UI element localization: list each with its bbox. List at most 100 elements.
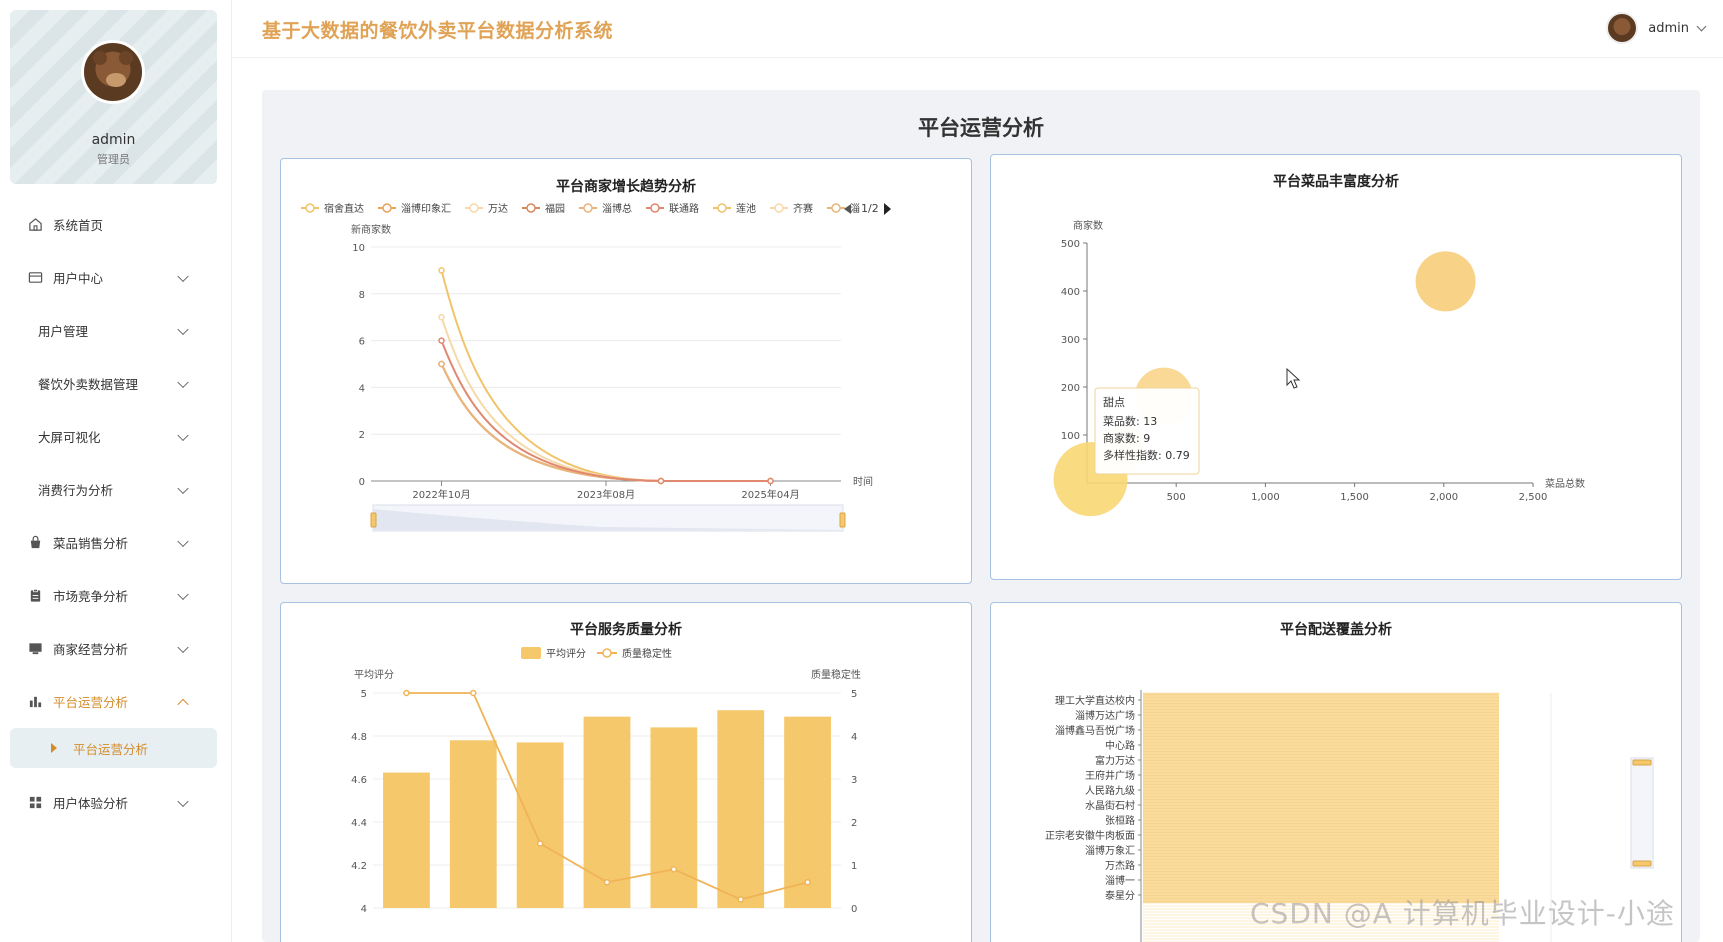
sidebar-item-delivery-data[interactable]: 餐饮外卖数据管理	[10, 357, 217, 410]
chevron-down-icon	[177, 323, 189, 335]
chevron-down-icon	[177, 429, 189, 441]
sidebar-item-market-competition[interactable]: 市场竞争分析	[10, 569, 217, 622]
legend-label: 联通路	[669, 202, 699, 215]
monitor-icon	[27, 641, 43, 657]
bar	[1143, 798, 1499, 813]
sidebar-subitem-platform-operation[interactable]: 平台运营分析	[10, 728, 217, 768]
tooltip: 甜点菜品数: 13 商家数: 9 多样性指数: 0.79	[1094, 387, 1200, 475]
avatar[interactable]	[1606, 12, 1639, 44]
y-tick-label: 张桓路	[1105, 814, 1135, 827]
data-point	[536, 840, 544, 847]
sidebar-item-home[interactable]: 系统首页	[10, 198, 217, 251]
bar	[1143, 783, 1499, 798]
y-tick-label: 400	[1061, 287, 1080, 298]
data-point	[470, 689, 477, 697]
y2-tick-label: 1	[851, 861, 857, 872]
page-title: 平台运营分析	[918, 116, 1044, 140]
user-menu[interactable]: admin	[1606, 12, 1707, 44]
profile-role: 管理员	[97, 153, 130, 166]
sidebar-item-consumer-behavior[interactable]: 消费行为分析	[10, 463, 217, 516]
legend-item: 淄	[827, 203, 860, 215]
data-point	[403, 689, 410, 697]
data-point	[804, 878, 811, 886]
wallet-icon	[27, 270, 43, 286]
sidebar-item-label: 菜品销售分析	[53, 536, 129, 551]
sidebar-item-user-center[interactable]: 用户中心	[10, 251, 217, 304]
app-title: 基于大数据的餐饮外卖平台数据分析系统	[262, 20, 614, 42]
chevron-up-icon	[177, 698, 189, 710]
zoom-handle-right	[839, 512, 846, 528]
legend-swatch	[650, 203, 660, 213]
y-tick-label: 100	[1061, 431, 1080, 442]
sidebar-item-platform-operation[interactable]: 平台运营分析	[10, 675, 217, 728]
x-tick-label: 2023年08月	[577, 488, 635, 501]
zoom-handle-top	[1632, 759, 1652, 766]
y-tick-label: 10	[352, 243, 365, 254]
bar	[650, 727, 698, 908]
legend-item: 宿舍直达	[301, 202, 364, 215]
clipboard-icon	[27, 588, 43, 604]
chevron-down-icon	[177, 270, 189, 282]
legend-label: 福园	[545, 202, 565, 215]
merchant-growth-line-chart: 宿舍直达 淄博印象汇 万达 福园 淄博总 联通路 莲池 齐赛 淄 1/2 新商家数 0 2 4 6 8 10 20…	[301, 202, 891, 532]
y-tick-label: 淄博一	[1105, 874, 1135, 887]
y-tick-label: 200	[1061, 383, 1080, 394]
series-line	[440, 270, 771, 482]
y2-tick-label: 4	[851, 732, 857, 743]
legend-item: 莲池	[713, 202, 756, 215]
data-point	[657, 477, 665, 485]
legend-label: 淄博印象汇	[401, 202, 451, 215]
y-tick-label: 水晶街石村	[1085, 799, 1135, 812]
y-tick-label: 正宗老安徽牛肉板面	[1045, 829, 1135, 842]
tooltip-title: 甜点	[1103, 396, 1125, 409]
zoom-slider-track	[1630, 757, 1654, 869]
series-line	[440, 363, 771, 482]
avatar[interactable]	[81, 40, 145, 104]
sidebar-item-label: 消费行为分析	[38, 483, 114, 498]
sidebar-item-merchant-operation[interactable]: 商家经营分析	[10, 622, 217, 675]
x-tick-label: 1,000	[1251, 492, 1280, 503]
chevron-down-icon	[177, 482, 189, 494]
bar	[1143, 768, 1499, 783]
y-tick-label: 4	[361, 904, 367, 915]
sidebar-item-big-screen[interactable]: 大屏可视化	[10, 410, 217, 463]
bar	[1143, 738, 1499, 753]
y-tick-label: 0	[359, 477, 365, 488]
data-point	[438, 337, 445, 344]
legend-swatch	[469, 203, 479, 213]
legend-label: 质量稳定性	[622, 647, 672, 660]
legend-swatch	[774, 203, 784, 213]
bag-icon	[27, 535, 43, 551]
sidebar-item-user-experience[interactable]: 用户体验分析	[10, 776, 217, 829]
legend-page: 1/2	[861, 202, 879, 215]
sidebar-item-user-management[interactable]: 用户管理	[10, 304, 217, 357]
legend-label: 宿舍直达	[324, 202, 364, 215]
data-point	[438, 313, 445, 321]
home-icon	[27, 217, 43, 233]
y-tick-label: 理工大学直达校内	[1055, 694, 1135, 707]
sidebar-item-label: 商家经营分析	[53, 642, 129, 657]
y-tick-label: 王府井广场	[1085, 769, 1135, 782]
legend-item: 齐赛	[770, 202, 813, 215]
bar	[1143, 813, 1499, 828]
y-tick-label: 2	[359, 430, 365, 441]
bar	[383, 772, 430, 908]
y-tick-label: 淄博万达广场	[1075, 709, 1135, 722]
user-name[interactable]: admin	[1648, 21, 1689, 36]
sidebar-item-dish-sales[interactable]: 菜品销售分析	[10, 516, 217, 569]
y-tick-label: 4.6	[351, 775, 367, 786]
chevron-down-icon	[177, 641, 189, 653]
sidebar-item-label: 系统首页	[53, 218, 104, 233]
y-tick-label: 4.8	[351, 732, 367, 743]
zoom-handle-bottom	[1632, 860, 1652, 867]
series-line	[440, 340, 771, 482]
main-content: 平台运营分析 平台商家增长趋势分析 宿舍直达 淄博印象汇 万达 福园 淄博总 联通路 莲池齐…	[262, 90, 1700, 942]
y-tick-label: 6	[359, 337, 365, 348]
bar	[1143, 843, 1499, 858]
profile-name: admin	[91, 132, 136, 148]
bar	[1143, 828, 1499, 843]
data-point	[603, 878, 611, 886]
legend-swatch	[305, 203, 315, 213]
chevron-down-icon[interactable]	[1696, 21, 1707, 31]
y-tick-label: 8	[359, 290, 365, 301]
